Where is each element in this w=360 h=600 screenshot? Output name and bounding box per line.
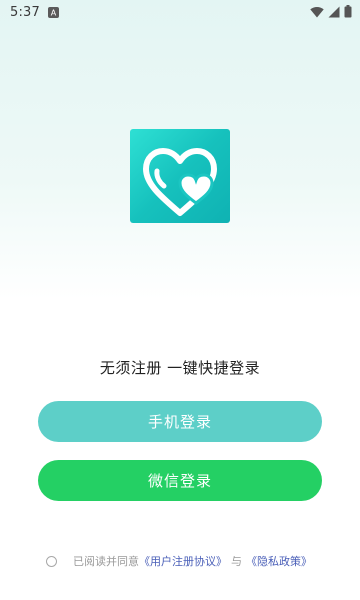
status-left: 5:37 A [10, 5, 59, 20]
double-heart-icon [130, 148, 230, 223]
user-agreement-link[interactable]: 《用户注册协议》 [139, 553, 227, 569]
svg-text:A: A [51, 8, 57, 17]
agreement-row: 已阅读并同意 《用户注册协议》 与 《隐私政策》 [46, 553, 350, 569]
app-logo [130, 129, 230, 223]
wechat-login-button[interactable]: 微信登录 [38, 460, 322, 501]
status-right [310, 3, 352, 22]
agreement-prefix: 已阅读并同意 [73, 555, 139, 568]
privacy-policy-link[interactable]: 《隐私政策》 [246, 553, 312, 569]
agreement-checkbox[interactable] [46, 555, 57, 567]
agreement-conjunction: 与 [231, 555, 242, 568]
notification-app-icon: A [48, 6, 59, 18]
status-bar: 5:37 A [0, 0, 360, 24]
phone-login-button[interactable]: 手机登录 [38, 401, 322, 442]
signal-icon [328, 3, 340, 22]
battery-icon [344, 3, 352, 22]
wifi-icon [310, 3, 324, 22]
status-time: 5:37 [10, 4, 40, 20]
login-tagline: 无须注册 一键快捷登录 [99, 359, 261, 377]
